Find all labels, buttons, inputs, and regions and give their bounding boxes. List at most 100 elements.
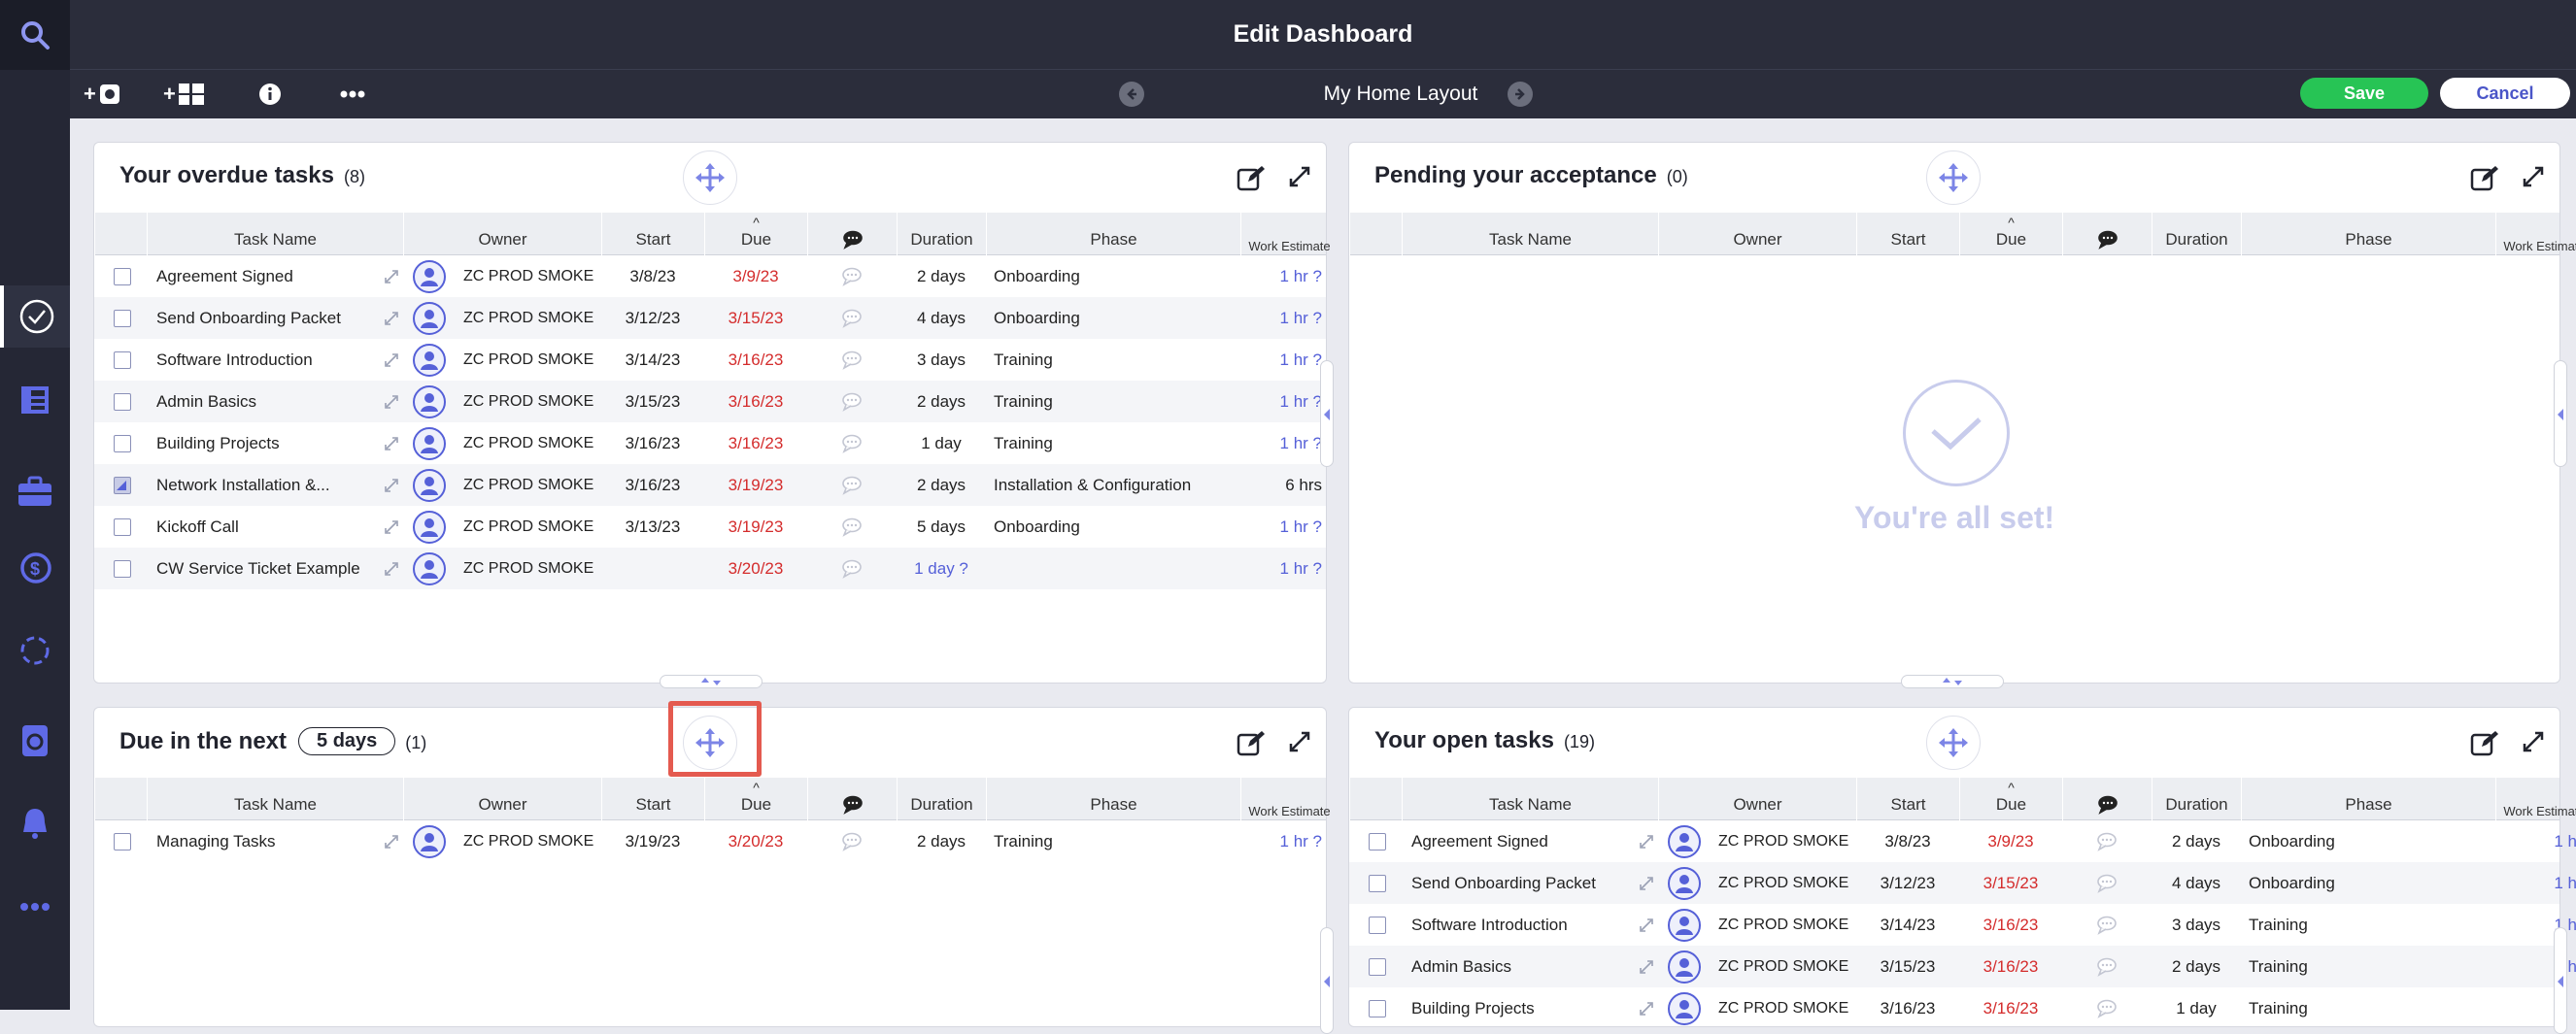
comment-button[interactable] [2062,820,2152,862]
sidebar-item-cycle[interactable] [0,619,70,682]
avatar[interactable] [1668,950,1701,984]
task-name[interactable]: Admin Basics [1411,946,1615,987]
resize-handle-right[interactable] [2554,360,2567,467]
task-name[interactable]: Admin Basics [156,381,360,422]
column-header-due[interactable]: Due ^ [704,213,807,255]
open-task-icon[interactable] [384,506,403,548]
sidebar-item-portfolio[interactable] [0,460,70,522]
task-checkbox[interactable] [114,309,131,327]
task-name[interactable]: CW Service Ticket Example [156,548,360,589]
task-checkbox[interactable] [1369,916,1386,934]
edit-widget-button[interactable] [2470,164,2499,196]
task-name[interactable]: Agreement Signed [1411,820,1615,862]
task-checkbox[interactable] [114,392,131,411]
add-layout-button[interactable]: + [163,78,205,111]
column-header-comment[interactable] [807,213,897,255]
avatar[interactable] [413,510,446,544]
comment-button[interactable] [2062,904,2152,946]
column-header-owner[interactable]: Owner [1658,213,1856,255]
open-task-icon[interactable] [1639,946,1658,987]
duration[interactable]: 1 day ? [897,548,986,589]
more-options-button[interactable] [340,78,365,111]
open-task-icon[interactable] [384,422,403,464]
column-header-comment[interactable] [807,778,897,820]
info-button[interactable] [258,78,282,111]
avatar[interactable] [413,426,446,460]
edit-widget-button[interactable] [1237,729,1266,761]
avatar[interactable] [1668,908,1701,942]
open-task-icon[interactable] [384,464,403,506]
open-task-icon[interactable] [384,339,403,381]
comment-button[interactable] [807,820,897,862]
task-name[interactable]: Building Projects [156,422,360,464]
work-estimate[interactable]: 1 hr ? [1244,297,1322,339]
task-name[interactable]: Network Installation &... [156,464,360,506]
avatar[interactable] [413,384,446,418]
table-row[interactable]: Send Onboarding Packet ZC PROD SMOKE 3/12/… [1349,862,2576,904]
task-name[interactable]: Send Onboarding Packet [156,297,360,339]
task-name[interactable]: Software Introduction [156,339,360,381]
sidebar-item-tasks[interactable] [0,285,70,348]
column-header-duration[interactable]: Duration [2152,213,2241,255]
table-row[interactable]: Send Onboarding Packet ZC PROD SMOKE 3/12/… [94,297,1326,339]
task-checkbox[interactable] [1369,957,1386,976]
cancel-button[interactable]: Cancel [2440,78,2570,109]
column-header-due[interactable]: Due ^ [1959,213,2062,255]
work-estimate[interactable]: 1 h [2499,820,2576,862]
table-row[interactable]: CW Service Ticket Example ZC PROD SMOKE 3/… [94,548,1326,589]
work-estimate[interactable]: 1 hr ? [1244,381,1322,422]
work-estimate[interactable]: 1 h [2499,862,2576,904]
open-task-icon[interactable] [1639,862,1658,904]
column-header-phase[interactable]: Phase [2241,213,2495,255]
table-row[interactable]: Kickoff Call ZC PROD SMOKE 3/13/23 3/19/23 5… [94,506,1326,548]
work-estimate[interactable]: 1 hr ? [1244,820,1322,862]
table-row[interactable]: Admin Basics ZC PROD SMOKE 3/15/23 3/16/23 2… [1349,946,2576,987]
edit-widget-button[interactable] [1237,164,1266,196]
column-header-start[interactable]: Start [1856,778,1959,820]
column-header-owner[interactable]: Owner [1658,778,1856,820]
column-header-comment[interactable] [2062,213,2152,255]
open-task-icon[interactable] [384,820,403,862]
column-header-due[interactable]: Due ^ [704,778,807,820]
task-checkbox[interactable] [114,267,131,285]
work-estimate[interactable]: 1 hr ? [1244,339,1322,381]
save-button[interactable]: Save [2300,78,2428,109]
open-task-icon[interactable] [384,381,403,422]
avatar[interactable] [413,824,446,858]
table-row[interactable]: Admin Basics ZC PROD SMOKE 3/15/23 3/16/23 2… [94,381,1326,422]
comment-button[interactable] [2062,946,2152,987]
column-header-task-name[interactable]: Task Name [1402,778,1658,820]
sidebar-item-more[interactable] [0,876,70,938]
column-header-phase[interactable]: Phase [986,778,1240,820]
table-row[interactable]: Software Introduction ZC PROD SMOKE 3/14/2… [1349,904,2576,946]
task-name[interactable]: Building Projects [1411,987,1615,1029]
expand-button[interactable] [2523,166,2544,192]
task-checkbox[interactable] [114,476,131,494]
task-checkbox[interactable] [114,559,131,578]
column-header-work-estimate[interactable]: Work Estimate [2495,778,2576,820]
column-header-owner[interactable]: Owner [403,778,601,820]
prev-layout-button[interactable] [1119,82,1144,107]
sidebar-item-revenue[interactable]: $ [0,538,70,600]
task-checkbox[interactable] [1369,999,1386,1017]
column-header-phase[interactable]: Phase [2241,778,2495,820]
avatar[interactable] [413,343,446,377]
table-row[interactable]: Agreement Signed ZC PROD SMOKE 3/8/23 3/9/2… [1349,820,2576,862]
open-task-icon[interactable] [384,297,403,339]
open-task-icon[interactable] [384,548,403,589]
comment-button[interactable] [2062,862,2152,904]
task-checkbox[interactable] [114,832,131,851]
task-name[interactable]: Software Introduction [1411,904,1615,946]
table-row[interactable]: Agreement Signed ZC PROD SMOKE 3/8/23 3/9/2… [94,255,1326,297]
column-header-duration[interactable]: Duration [897,778,986,820]
comment-button[interactable] [807,297,897,339]
comment-button[interactable] [807,464,897,506]
column-header-phase[interactable]: Phase [986,213,1240,255]
column-header-start[interactable]: Start [1856,213,1959,255]
task-name[interactable]: Send Onboarding Packet [1411,862,1615,904]
sidebar-search[interactable] [0,0,70,70]
task-checkbox[interactable] [114,517,131,536]
comment-button[interactable] [807,422,897,464]
avatar[interactable] [1668,824,1701,858]
resize-handle-bottom[interactable] [660,675,763,688]
